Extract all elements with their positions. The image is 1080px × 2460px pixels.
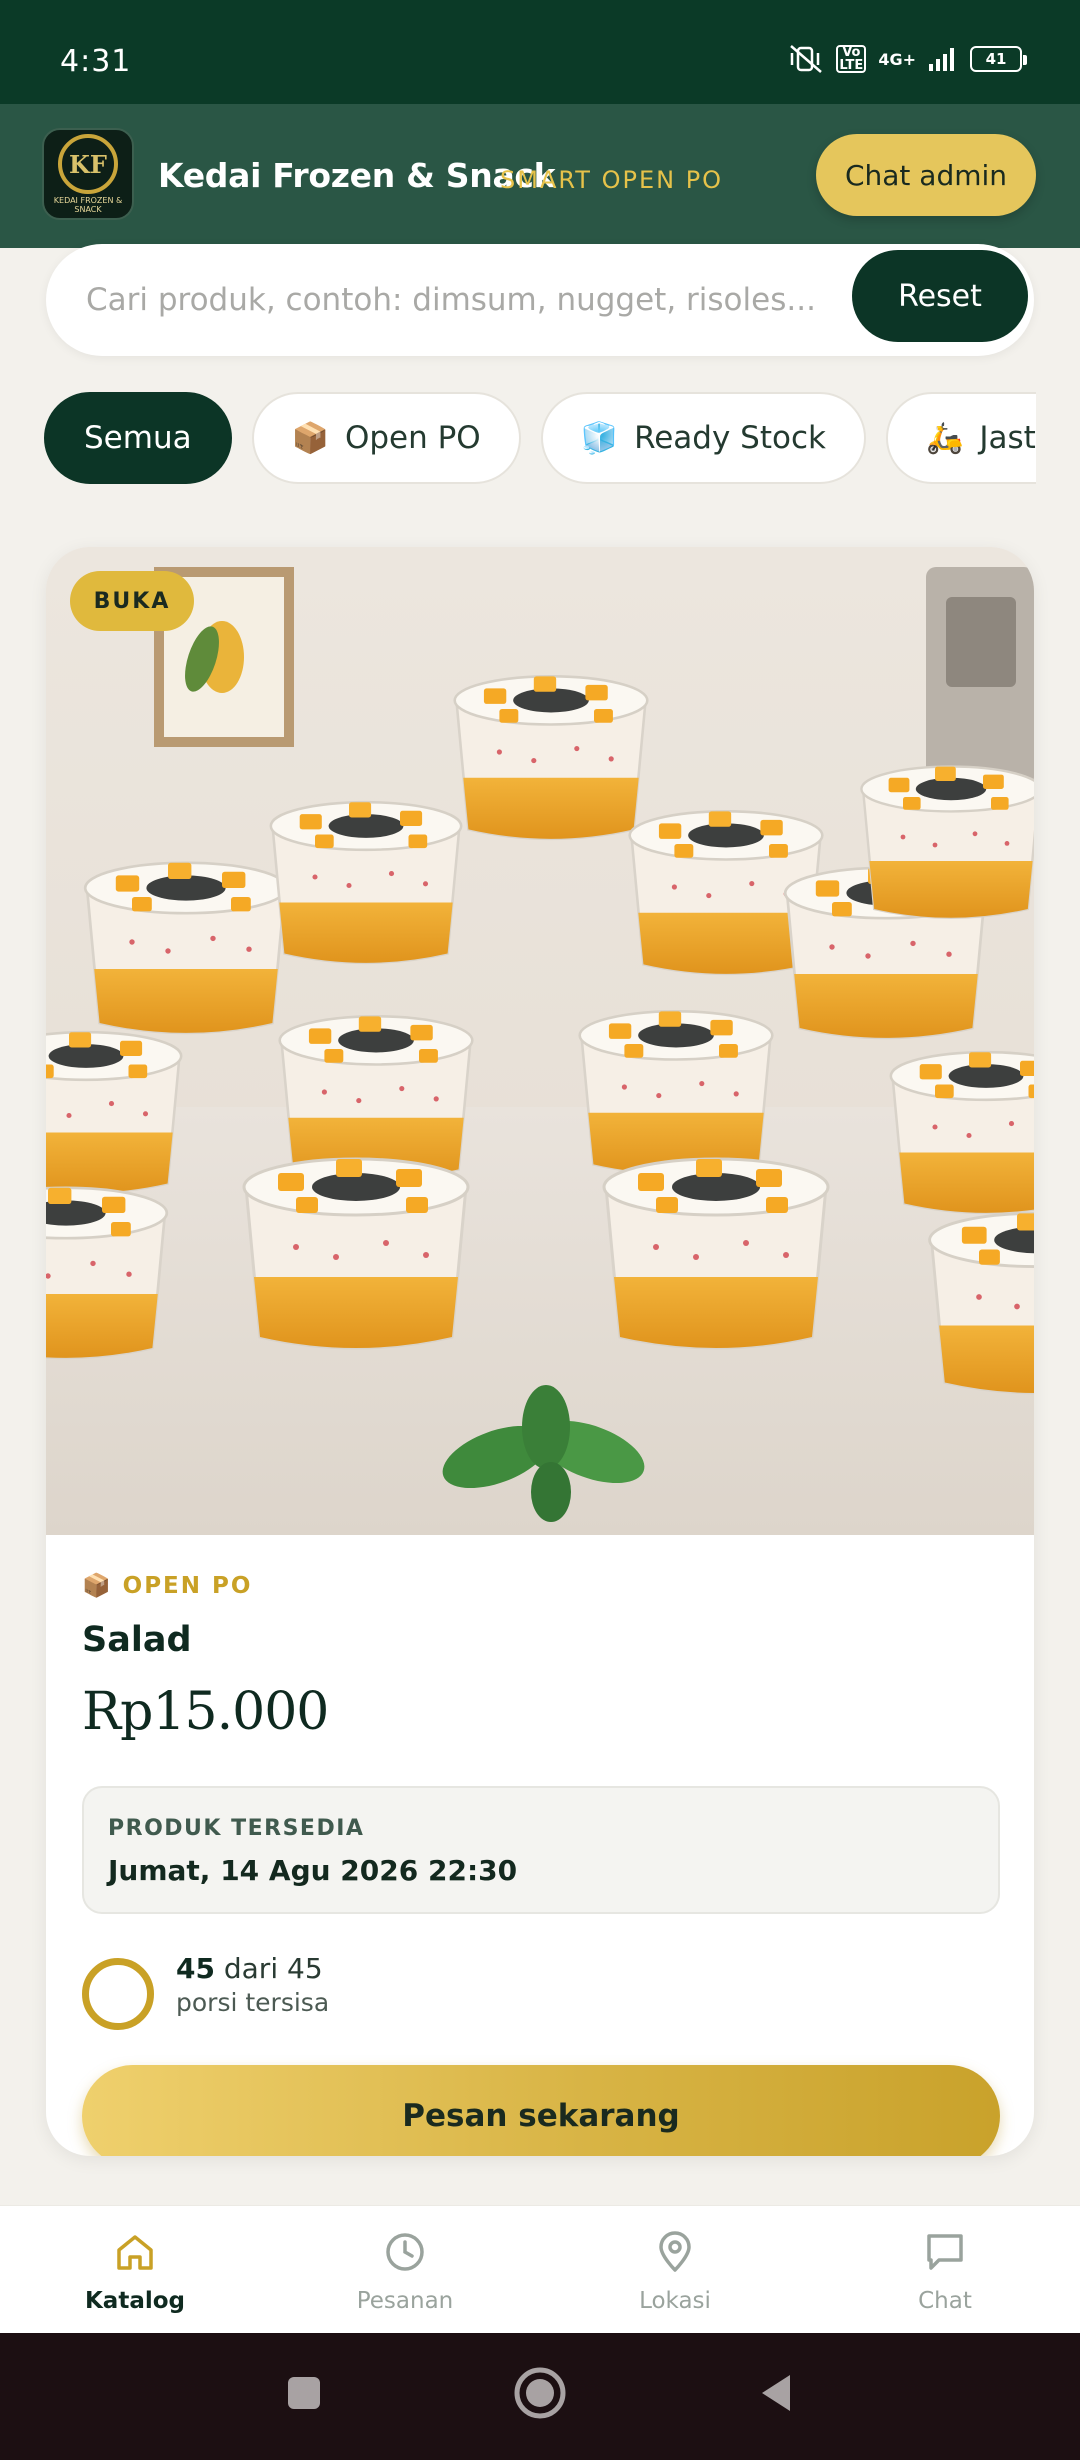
search-input[interactable] <box>86 270 846 330</box>
logo-mark: KF <box>58 134 118 194</box>
reset-button[interactable]: Reset <box>852 250 1028 342</box>
availability-date: Jumat, 14 Agu 2026 22:30 <box>108 1854 518 1887</box>
nav-label: Chat <box>918 2288 972 2314</box>
package-icon: 📦 <box>291 420 329 456</box>
product-price: Rp15.000 <box>82 1682 329 1742</box>
filter-chip-semua[interactable]: Semua <box>44 392 232 484</box>
brand-tagline: SMART OPEN PO <box>500 166 724 194</box>
stock-total: dari 45 <box>223 1952 323 1985</box>
status-time: 4:31 <box>60 44 132 79</box>
network-type: 4G+ <box>878 49 916 69</box>
brand-name: Kedai Frozen & Snack <box>158 156 556 195</box>
order-now-button[interactable]: Pesan sekarang <box>82 2065 1000 2156</box>
chip-label: Open PO <box>344 420 481 456</box>
filter-chip-ready-stock[interactable]: 🧊 Ready Stock <box>540 392 866 484</box>
search-bar: Reset <box>46 244 1034 356</box>
nav-item-chat[interactable]: Chat <box>810 2206 1080 2333</box>
product-name: Salad <box>82 1620 192 1660</box>
recents-button[interactable] <box>274 2363 334 2423</box>
recents-square-icon <box>288 2377 320 2409</box>
nav-label: Katalog <box>84 2288 185 2314</box>
chip-label: Jastip <box>979 420 1036 456</box>
clock-icon <box>386 2233 424 2271</box>
stock-progress-ring <box>82 1958 154 2030</box>
system-nav-bar <box>0 2333 1080 2460</box>
scooter-icon: 🛵 <box>925 420 964 456</box>
home-icon <box>117 2235 153 2270</box>
product-card[interactable]: BUKA 📦 OPEN PO Salad Rp15.000 PRODUK TER… <box>46 547 1034 2156</box>
signal-icon <box>928 46 958 72</box>
filter-chips: Semua 📦 Open PO 🧊 Ready Stock 🛵 Jastip <box>44 392 1036 486</box>
home-circle-icon <box>514 2367 566 2419</box>
location-pin-icon <box>659 2231 691 2272</box>
chip-label: Ready Stock <box>634 420 826 456</box>
status-badge: BUKA <box>70 571 194 631</box>
product-image: BUKA <box>46 547 1034 1535</box>
brand-logo: KF KEDAI FROZEN & SNACK <box>42 128 134 220</box>
nav-item-lokasi[interactable]: Lokasi <box>540 2206 810 2333</box>
status-bar: 4:31 Vo LTE 4G+ 41 <box>0 0 1080 104</box>
app-header: KF KEDAI FROZEN & SNACK Kedai Frozen & S… <box>0 104 1080 248</box>
availability-box: PRODUK TERSEDIA Jumat, 14 Agu 2026 22:30 <box>82 1786 1000 1914</box>
chip-label: Semua <box>84 420 192 456</box>
nav-item-pesanan[interactable]: Pesanan <box>270 2206 540 2333</box>
chat-admin-button[interactable]: Chat admin <box>816 134 1036 216</box>
bottom-nav: Katalog Pesanan Lokasi Chat <box>0 2205 1080 2333</box>
stock-unit: porsi tersisa <box>176 1988 330 2017</box>
package-icon: 📦 <box>82 1573 113 1599</box>
back-triangle-icon <box>762 2375 790 2411</box>
mute-vibrate-icon <box>788 44 824 74</box>
availability-label: PRODUK TERSEDIA <box>108 1816 365 1841</box>
home-button[interactable] <box>510 2363 570 2423</box>
back-button[interactable] <box>746 2363 806 2423</box>
battery-icon: 41 <box>970 46 1027 72</box>
logo-subtext: KEDAI FROZEN & SNACK <box>53 196 123 214</box>
stock-available: 45 <box>176 1952 215 1985</box>
filter-chip-open-po[interactable]: 📦 Open PO <box>251 392 521 484</box>
product-category: 📦 OPEN PO <box>82 1572 253 1600</box>
ice-cube-icon: 🧊 <box>580 420 619 456</box>
category-label: OPEN PO <box>122 1572 253 1599</box>
status-icons: Vo LTE 4G+ 41 <box>788 44 1027 74</box>
nav-item-katalog[interactable]: Katalog <box>0 2206 270 2333</box>
chat-bubble-icon <box>927 2234 963 2270</box>
nav-label: Pesanan <box>356 2288 454 2314</box>
volte-icon: Vo LTE <box>836 45 867 73</box>
stock-count: 45 dari 45 <box>176 1952 323 1985</box>
filter-chip-jastip[interactable]: 🛵 Jastip <box>885 392 1036 484</box>
nav-label: Lokasi <box>639 2288 711 2314</box>
